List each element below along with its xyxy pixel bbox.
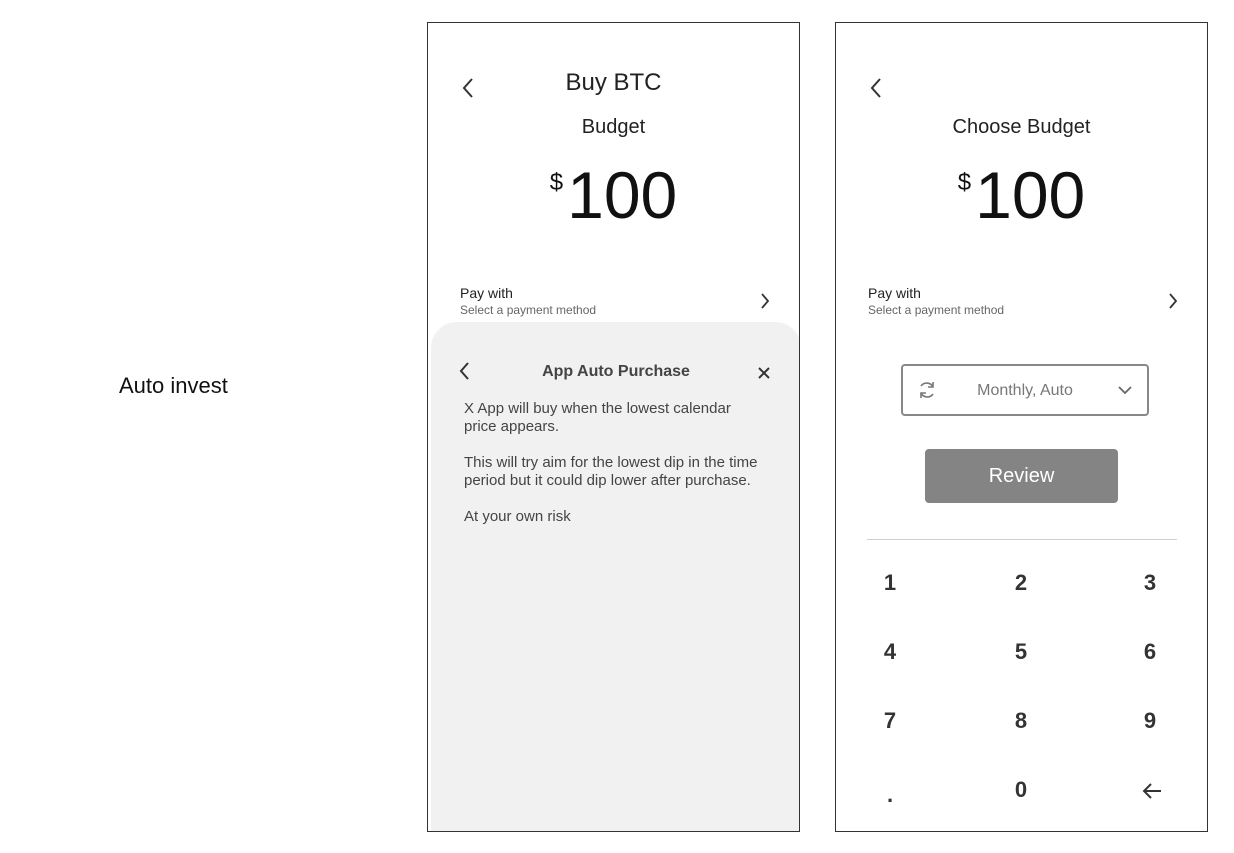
amount-value: 100 xyxy=(567,158,678,232)
chevron-right-icon xyxy=(761,293,770,309)
chevron-down-icon xyxy=(1118,386,1132,395)
review-button[interactable]: Review xyxy=(925,449,1118,503)
close-icon xyxy=(758,367,770,379)
chevron-left-icon xyxy=(870,78,881,98)
back-button[interactable] xyxy=(866,75,888,101)
divider xyxy=(867,539,1177,540)
budget-label: Budget xyxy=(581,116,646,138)
key-1[interactable]: 1 xyxy=(860,560,920,606)
key-5[interactable]: 5 xyxy=(991,629,1051,675)
frequency-select[interactable]: Monthly, Auto xyxy=(901,364,1149,416)
budget-amount: $100 xyxy=(836,155,1207,235)
phone-screen-choose-budget: Choose Budget $100 Pay with Select a pay… xyxy=(835,22,1208,832)
key-decimal[interactable]: . xyxy=(860,772,920,818)
currency-symbol: $ xyxy=(957,169,972,196)
key-backspace[interactable] xyxy=(1122,767,1182,813)
pay-with-row[interactable]: Pay with Select a payment method xyxy=(868,285,1185,323)
pay-with-title: Pay with xyxy=(868,285,921,301)
section-label: Auto invest xyxy=(119,373,228,398)
sheet-paragraph: This will try aim for the lowest dip in … xyxy=(464,454,758,489)
phone-screen-buy-btc: Buy BTC Budget $100 Pay with Select a pa… xyxy=(427,22,800,832)
auto-purchase-sheet: App Auto Purchase X App will buy when th… xyxy=(431,322,799,831)
sheet-close-button[interactable] xyxy=(757,366,771,385)
pay-with-subtitle: Select a payment method xyxy=(460,303,597,317)
key-8[interactable]: 8 xyxy=(991,698,1051,744)
key-0[interactable]: 0 xyxy=(991,767,1051,813)
budget-amount: $100 xyxy=(428,155,799,235)
pay-with-title: Pay with xyxy=(460,285,513,301)
sheet-paragraph: At your own risk xyxy=(464,508,571,525)
frequency-select-value: Monthly, Auto xyxy=(977,382,1073,399)
pay-with-row[interactable]: Pay with Select a payment method xyxy=(460,285,777,323)
amount-value: 100 xyxy=(975,158,1086,232)
currency-symbol: $ xyxy=(549,169,564,196)
backspace-arrow-icon xyxy=(1142,783,1161,799)
budget-label: Choose Budget xyxy=(952,116,1091,138)
chevron-right-icon xyxy=(1169,293,1178,309)
key-9[interactable]: 9 xyxy=(1120,698,1180,744)
key-3[interactable]: 3 xyxy=(1120,560,1180,606)
screen-title: Buy BTC xyxy=(565,69,662,96)
key-4[interactable]: 4 xyxy=(860,629,920,675)
key-7[interactable]: 7 xyxy=(860,698,920,744)
pay-with-subtitle: Select a payment method xyxy=(868,303,1005,317)
key-2[interactable]: 2 xyxy=(991,560,1051,606)
sheet-body: X App will buy when the lowest calendar … xyxy=(464,400,765,544)
sheet-title: App Auto Purchase xyxy=(542,363,690,380)
key-6[interactable]: 6 xyxy=(1120,629,1180,675)
sheet-paragraph: X App will buy when the lowest calendar … xyxy=(464,400,731,435)
